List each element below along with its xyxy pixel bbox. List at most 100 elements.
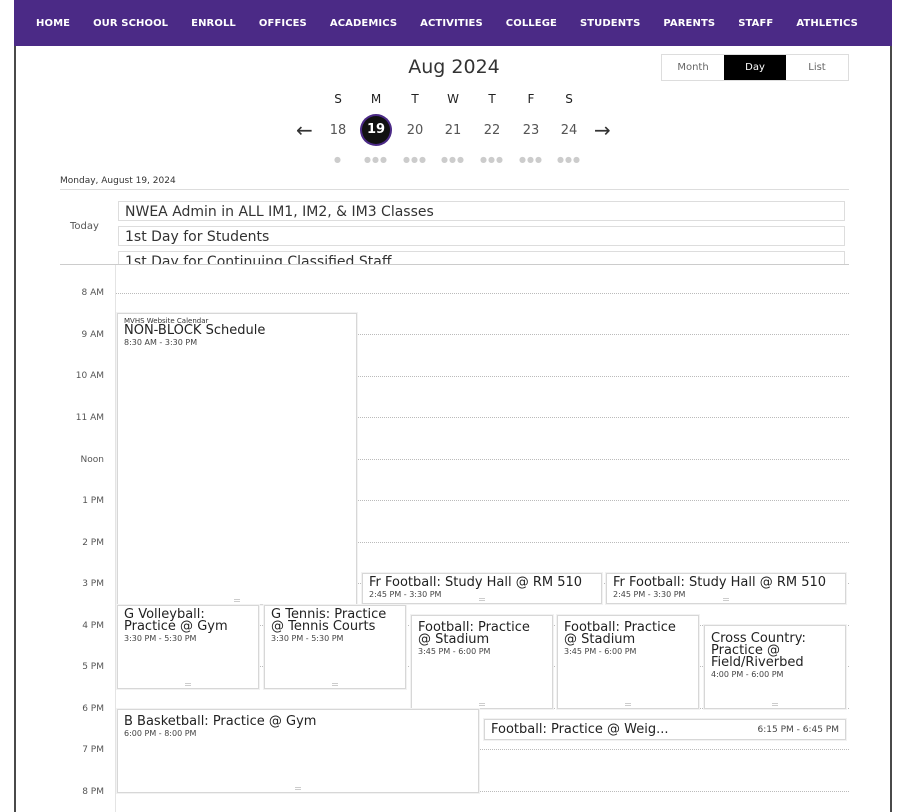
- hour-gridline: [116, 293, 849, 294]
- event-b-basketball-practice[interactable]: B Basketball: Practice @ Gym 6:00 PM - 8…: [117, 709, 479, 793]
- resize-handle-icon: [185, 683, 191, 686]
- selected-date-label: Monday, August 19, 2024: [60, 176, 176, 186]
- date-23[interactable]: 23: [517, 121, 545, 141]
- view-day-button[interactable]: Day: [724, 55, 786, 80]
- event-dots-icon: ●●●: [441, 155, 465, 164]
- resize-handle-icon: [625, 703, 631, 706]
- time-label: 10 AM: [75, 371, 104, 381]
- event-title: Football: Practice @ Stadium: [418, 620, 530, 647]
- weekday-mon: M: [370, 92, 382, 106]
- nav-academics[interactable]: ACADEMICS: [330, 18, 397, 29]
- top-navigation: HOME OUR SCHOOL ENROLL OFFICES ACADEMICS…: [14, 0, 892, 46]
- date-20[interactable]: 20: [401, 121, 429, 141]
- event-dots-icon: ●●●: [403, 155, 427, 164]
- event-dots-icon: ●●●: [557, 155, 581, 164]
- event-fr-football-study-hall[interactable]: Fr Football: Study Hall @ RM 510 2:45 PM…: [362, 573, 602, 604]
- event-football-practice-weights[interactable]: Football: Practice @ Weig... 6:15 PM - 6…: [484, 719, 846, 740]
- event-time: 8:30 AM - 3:30 PM: [124, 338, 198, 347]
- event-time: 6:15 PM - 6:45 PM: [757, 724, 840, 735]
- prev-week-arrow-icon[interactable]: ←: [296, 116, 313, 144]
- time-label: 5 PM: [82, 662, 104, 672]
- event-title: G Tennis: Practice @ Tennis Courts: [271, 607, 387, 634]
- nav-students[interactable]: STUDENTS: [580, 18, 640, 29]
- time-label: Noon: [80, 455, 104, 465]
- event-football-practice-stadium[interactable]: Football: Practice @ Stadium 3:45 PM - 6…: [557, 615, 699, 709]
- event-title: Cross Country: Practice @ Field/Riverbed: [711, 631, 806, 670]
- time-label: 2 PM: [82, 538, 104, 548]
- event-time: 3:45 PM - 6:00 PM: [418, 647, 491, 656]
- event-time: 3:45 PM - 6:00 PM: [564, 647, 637, 656]
- date-18[interactable]: 18: [324, 121, 352, 141]
- event-title: Football: Practice @ Stadium: [564, 620, 676, 647]
- event-title: Fr Football: Study Hall @ RM 510: [369, 575, 583, 590]
- date-22[interactable]: 22: [478, 121, 506, 141]
- nav-home[interactable]: HOME: [36, 18, 70, 29]
- resize-handle-icon: [234, 599, 240, 602]
- event-cross-country-practice[interactable]: Cross Country: Practice @ Field/Riverbed…: [704, 625, 846, 709]
- nav-staff[interactable]: STAFF: [738, 18, 773, 29]
- event-dots-icon: ●●●: [364, 155, 388, 164]
- nav-enroll[interactable]: ENROLL: [191, 18, 236, 29]
- nav-our-school[interactable]: OUR SCHOOL: [93, 18, 168, 29]
- event-title: G Volleyball: Practice @ Gym: [124, 607, 228, 634]
- divider: [60, 189, 849, 190]
- weekday-fri: F: [527, 92, 535, 106]
- resize-handle-icon: [479, 598, 485, 601]
- event-time: 4:00 PM - 6:00 PM: [711, 670, 784, 679]
- allday-event[interactable]: 1st Day for Students: [118, 226, 845, 246]
- event-football-practice-stadium[interactable]: Football: Practice @ Stadium 3:45 PM - 6…: [411, 615, 553, 709]
- event-g-tennis-practice[interactable]: G Tennis: Practice @ Tennis Courts 3:30 …: [264, 605, 406, 689]
- view-month-button[interactable]: Month: [662, 55, 724, 80]
- date-24[interactable]: 24: [555, 121, 583, 141]
- resize-handle-icon: [295, 787, 301, 790]
- weekday-sun: S: [334, 92, 342, 106]
- weekday-tue: T: [411, 92, 419, 106]
- event-time: 3:30 PM - 5:30 PM: [124, 634, 197, 643]
- time-column-divider: [115, 265, 116, 812]
- event-title: Fr Football: Study Hall @ RM 510: [613, 575, 827, 590]
- event-title: NON-BLOCK Schedule: [124, 323, 266, 338]
- event-nonblock-schedule[interactable]: MVHS Website Calendar NON-BLOCK Schedule…: [117, 313, 357, 605]
- event-fr-football-study-hall[interactable]: Fr Football: Study Hall @ RM 510 2:45 PM…: [606, 573, 846, 604]
- nav-college[interactable]: COLLEGE: [506, 18, 557, 29]
- resize-handle-icon: [723, 598, 729, 601]
- time-label: 7 PM: [82, 745, 104, 755]
- time-label: 6 PM: [82, 704, 104, 714]
- nav-activities[interactable]: ACTIVITIES: [420, 18, 483, 29]
- event-title: Football: Practice @ Weig...: [491, 721, 669, 737]
- event-dots-icon: ●●●: [480, 155, 504, 164]
- month-title: Aug 2024: [408, 56, 500, 78]
- event-title: B Basketball: Practice @ Gym: [124, 714, 317, 729]
- weekday-sat: S: [565, 92, 573, 106]
- nav-offices[interactable]: OFFICES: [259, 18, 307, 29]
- time-label: 3 PM: [82, 579, 104, 589]
- event-dots-icon: ●: [334, 155, 342, 164]
- today-label: Today: [70, 221, 99, 232]
- event-time: 6:00 PM - 8:00 PM: [124, 729, 197, 738]
- divider: [60, 264, 849, 265]
- allday-event[interactable]: NWEA Admin in ALL IM1, IM2, & IM3 Classe…: [118, 201, 845, 221]
- resize-handle-icon: [332, 683, 338, 686]
- time-label: 1 PM: [82, 496, 104, 506]
- date-19-selected[interactable]: 19: [362, 116, 390, 144]
- event-time: 3:30 PM - 5:30 PM: [271, 634, 344, 643]
- view-list-button[interactable]: List: [786, 55, 848, 80]
- time-label: 4 PM: [82, 621, 104, 631]
- allday-event[interactable]: 1st Day for Continuing Classified Staff: [118, 251, 845, 265]
- date-21[interactable]: 21: [439, 121, 467, 141]
- resize-handle-icon: [772, 703, 778, 706]
- time-label: 8 PM: [82, 787, 104, 797]
- nav-parents[interactable]: PARENTS: [663, 18, 715, 29]
- event-dots-icon: ●●●: [519, 155, 543, 164]
- event-g-volleyball-practice[interactable]: G Volleyball: Practice @ Gym 3:30 PM - 5…: [117, 605, 259, 689]
- nav-athletics[interactable]: ATHLETICS: [796, 18, 858, 29]
- page-frame-right: [890, 0, 892, 812]
- weekday-wed: W: [447, 92, 459, 106]
- time-label: 11 AM: [75, 413, 104, 423]
- page-frame-left: [14, 0, 16, 812]
- time-label: 9 AM: [81, 330, 104, 340]
- resize-handle-icon: [479, 703, 485, 706]
- next-week-arrow-icon[interactable]: →: [594, 116, 611, 144]
- allday-events-area: NWEA Admin in ALL IM1, IM2, & IM3 Classe…: [116, 196, 850, 265]
- weekday-thu: T: [488, 92, 496, 106]
